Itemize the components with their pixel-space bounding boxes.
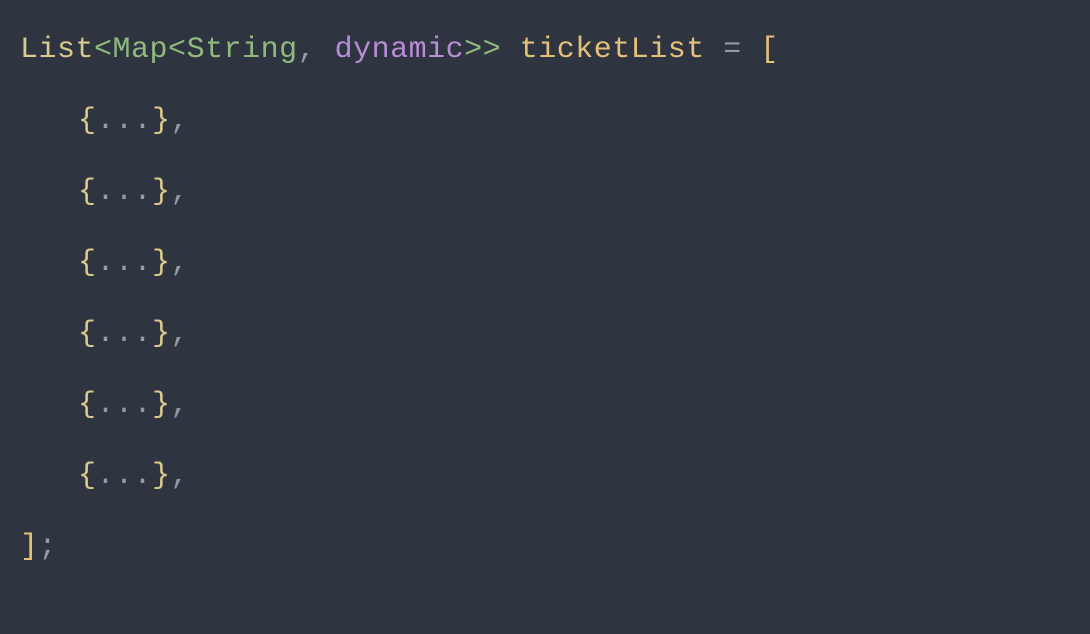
collapsed-entry[interactable]: {...},	[20, 99, 1070, 144]
equals-token: =	[723, 33, 742, 67]
space-token	[705, 33, 724, 67]
ellipsis-token: ...	[97, 104, 153, 138]
list-type-token: List	[20, 33, 94, 67]
open-brace-token: {	[78, 388, 97, 422]
space-token	[316, 33, 335, 67]
open-brace-token: {	[78, 104, 97, 138]
collapsed-entry[interactable]: {...},	[20, 383, 1070, 428]
comma-token: ,	[171, 388, 190, 422]
collapsed-entry[interactable]: {...},	[20, 454, 1070, 499]
close-brace-token: }	[152, 175, 171, 209]
open-brace-token: {	[78, 246, 97, 280]
variable-name-token: ticketList	[520, 33, 705, 67]
ellipsis-token: ...	[97, 459, 153, 493]
close-brace-token: }	[152, 388, 171, 422]
ellipsis-token: ...	[97, 317, 153, 351]
comma-token: ,	[298, 33, 317, 67]
semicolon-token: ;	[39, 530, 58, 564]
close-brace-token: }	[152, 317, 171, 351]
dynamic-keyword-token: dynamic	[335, 33, 465, 67]
close-brace-token: }	[152, 459, 171, 493]
ellipsis-token: ...	[97, 175, 153, 209]
collapsed-entry[interactable]: {...},	[20, 241, 1070, 286]
collapsed-entry[interactable]: {...},	[20, 312, 1070, 357]
ellipsis-token: ...	[97, 246, 153, 280]
comma-token: ,	[171, 175, 190, 209]
map-type-token: Map	[113, 33, 169, 67]
closing-line: ];	[20, 525, 1070, 570]
comma-token: ,	[171, 459, 190, 493]
close-bracket-token: ]	[20, 530, 39, 564]
angle-close-token: >	[483, 33, 502, 67]
angle-open-token: <	[168, 33, 187, 67]
collapsed-entry[interactable]: {...},	[20, 170, 1070, 215]
angle-open-token: <	[94, 33, 113, 67]
open-bracket-token: [	[760, 33, 779, 67]
angle-close-token: >	[464, 33, 483, 67]
declaration-line: List<Map<String, dynamic>> ticketList = …	[20, 28, 1070, 73]
open-brace-token: {	[78, 175, 97, 209]
space-token	[501, 33, 520, 67]
comma-token: ,	[171, 246, 190, 280]
ellipsis-token: ...	[97, 388, 153, 422]
code-block: List<Map<String, dynamic>> ticketList = …	[20, 28, 1070, 570]
string-type-token: String	[187, 33, 298, 67]
close-brace-token: }	[152, 246, 171, 280]
comma-token: ,	[171, 104, 190, 138]
close-brace-token: }	[152, 104, 171, 138]
comma-token: ,	[171, 317, 190, 351]
open-brace-token: {	[78, 317, 97, 351]
space-token	[742, 33, 761, 67]
open-brace-token: {	[78, 459, 97, 493]
